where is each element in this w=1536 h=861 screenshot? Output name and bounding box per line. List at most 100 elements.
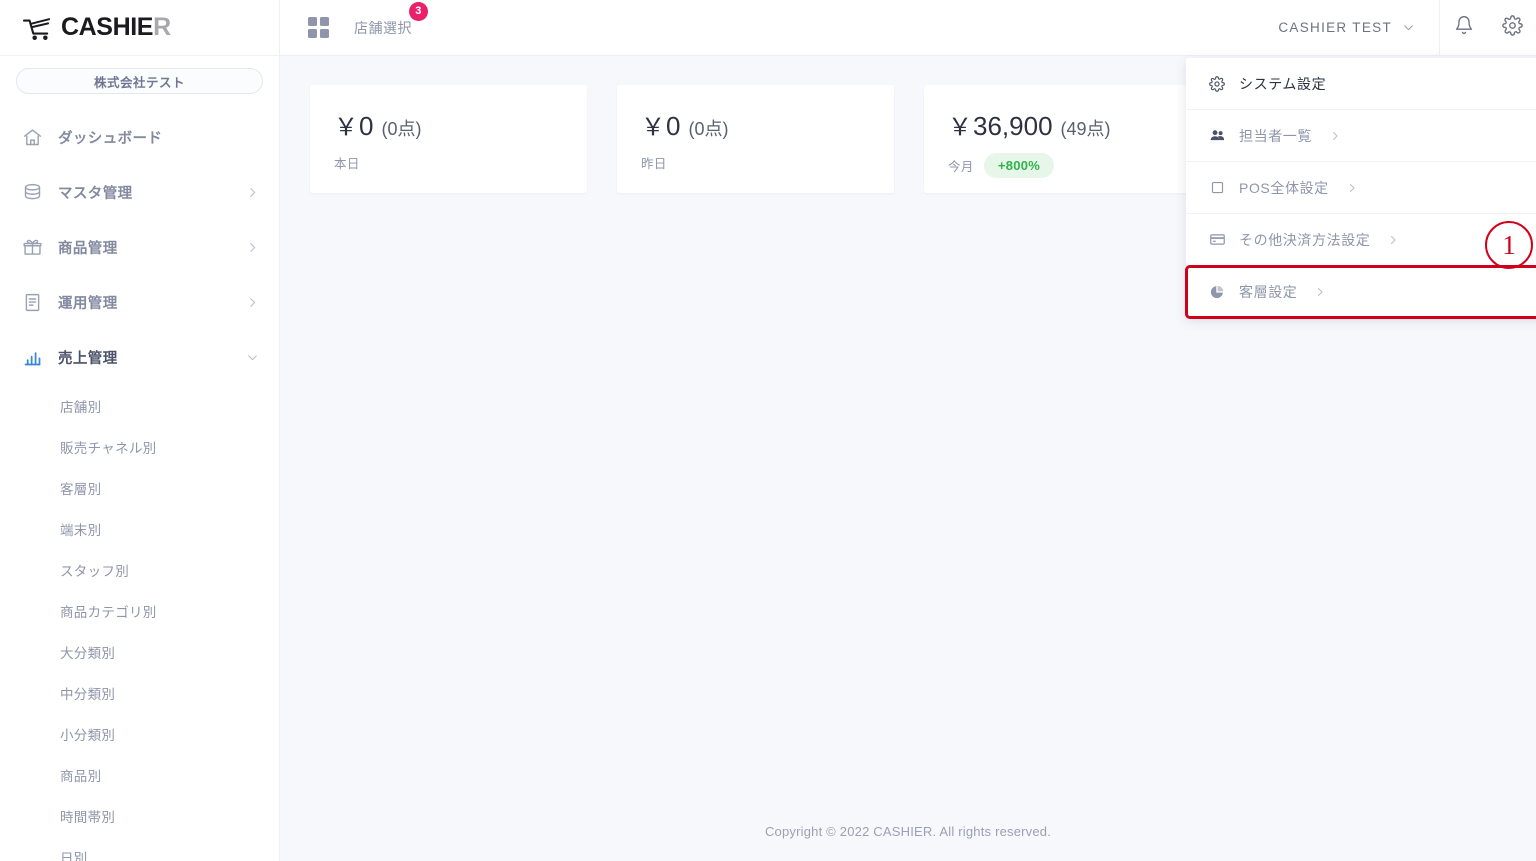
dropdown-item-pos-settings[interactable]: POS全体設定 xyxy=(1186,162,1536,214)
sidebar-item-label: 商品管理 xyxy=(58,241,118,257)
stat-card-amount: ￥ 36,900 (49点) xyxy=(948,107,1201,142)
sidebar-subitem-label: 日別 xyxy=(60,850,88,861)
company-selector[interactable]: 株式会社テスト xyxy=(16,68,263,94)
item-count: (49点) xyxy=(1060,119,1111,139)
chevron-right-icon xyxy=(1314,286,1326,298)
dropdown-header: システム設定 xyxy=(1186,58,1536,110)
grid-icon[interactable] xyxy=(308,16,330,39)
settings-button[interactable] xyxy=(1488,0,1536,56)
currency-symbol: ￥ xyxy=(334,114,358,141)
chevron-down-icon xyxy=(1402,21,1415,34)
sidebar-item-label: 運用管理 xyxy=(58,296,118,312)
sidebar-subitem-label: 販売チャネル別 xyxy=(60,440,157,456)
brand-name: CASHIER xyxy=(61,15,171,40)
sidebar-subitem-label: 小分類別 xyxy=(60,727,116,743)
dropdown-item-staff-list[interactable]: 担当者一覧 xyxy=(1186,110,1536,162)
home-icon xyxy=(22,127,52,148)
annotation-step-marker: 1 xyxy=(1485,221,1533,269)
chevron-down-icon xyxy=(246,351,259,364)
sidebar-subitem-by-terminal[interactable]: 端末別 xyxy=(0,508,279,549)
stat-card-today: ￥ 0 (0点) 本日 xyxy=(310,85,587,193)
grid-cell xyxy=(320,16,329,26)
app-root: CASHIER 株式会社テスト ダッシュボード マスタ管理 商品管理 運用管理 … xyxy=(0,0,1536,861)
chevron-right-icon xyxy=(1387,234,1399,246)
header-right-group: CASHIER TEST xyxy=(1278,0,1536,56)
sidebar-subitem-by-major-class[interactable]: 大分類別 xyxy=(0,631,279,672)
sidebar-subitem-label: 商品カテゴリ別 xyxy=(60,604,157,620)
document-icon xyxy=(22,292,52,313)
sidebar-subitem-label: スタッフ別 xyxy=(60,563,129,579)
store-selector[interactable]: 店舗選択 3 xyxy=(354,1,428,38)
top-header: 店舗選択 3 CASHIER TEST xyxy=(280,0,1536,56)
grid-cell xyxy=(308,16,317,26)
stat-card-footer: 本日 xyxy=(334,153,587,172)
company-name: 株式会社テスト xyxy=(93,75,185,90)
sidebar-subitem-label: 大分類別 xyxy=(60,645,116,661)
dropdown-item-other-payment-settings[interactable]: その他決済方法設定 xyxy=(1186,214,1536,266)
grid-cell xyxy=(308,28,317,38)
stat-card-this-month: ￥ 36,900 (49点) 今月 +800% xyxy=(924,85,1201,193)
sidebar-subitem-by-mid-class[interactable]: 中分類別 xyxy=(0,672,279,713)
chevron-right-icon xyxy=(1346,182,1358,194)
sidebar-subitem-label: 店舗別 xyxy=(60,399,102,415)
database-icon xyxy=(22,182,52,203)
sidebar-item-operations[interactable]: 運用管理 xyxy=(0,275,279,330)
stat-card-label: 昨日 xyxy=(641,157,667,171)
chevron-right-icon xyxy=(1329,130,1341,142)
sidebar-item-sales[interactable]: 売上管理 xyxy=(0,330,279,385)
gift-icon xyxy=(22,237,52,258)
sidebar-subitem-by-store[interactable]: 店舗別 xyxy=(0,385,279,426)
sidebar-subitem-by-timeslot[interactable]: 時間帯別 xyxy=(0,795,279,836)
dropdown-item-label: POS全体設定 xyxy=(1239,179,1329,196)
main-navigation: ダッシュボード マスタ管理 商品管理 運用管理 売上管理 店舗別 販売チャネル別… xyxy=(0,110,279,861)
sidebar-subitem-label: 時間帯別 xyxy=(60,809,116,825)
square-icon xyxy=(1208,180,1226,195)
amount-value: 0 xyxy=(359,111,374,141)
sidebar-subitem-by-minor-class[interactable]: 小分類別 xyxy=(0,713,279,754)
user-menu[interactable]: CASHIER TEST xyxy=(1278,20,1439,35)
grid-cell xyxy=(320,28,329,38)
chevron-right-icon xyxy=(246,241,259,254)
amount-value: 0 xyxy=(666,111,681,141)
brand-name-main: CASHIE xyxy=(61,13,154,41)
currency-symbol: ￥ xyxy=(948,114,972,141)
store-selector-label: 店舗選択 xyxy=(354,19,412,36)
sidebar-item-master[interactable]: マスタ管理 xyxy=(0,165,279,220)
sidebar-item-products[interactable]: 商品管理 xyxy=(0,220,279,275)
sidebar-item-label: マスタ管理 xyxy=(58,186,133,202)
users-icon xyxy=(1208,127,1226,144)
notifications-button[interactable] xyxy=(1440,0,1488,56)
sidebar-item-dashboard[interactable]: ダッシュボード xyxy=(0,110,279,165)
stat-card-amount: ￥ 0 (0点) xyxy=(334,107,587,142)
sidebar-subitem-by-day[interactable]: 日別 xyxy=(0,836,279,861)
user-name-label: CASHIER TEST xyxy=(1278,20,1392,35)
sidebar-subitem-label: 商品別 xyxy=(60,768,102,784)
gear-icon xyxy=(1501,14,1523,41)
sidebar-subitem-by-product[interactable]: 商品別 xyxy=(0,754,279,795)
brand-logo[interactable]: CASHIER xyxy=(0,0,279,56)
stat-card-yesterday: ￥ 0 (0点) 昨日 xyxy=(617,85,894,193)
sidebar-item-label: 売上管理 xyxy=(58,351,118,367)
store-count-badge: 3 xyxy=(409,1,428,21)
stat-card-footer: 昨日 xyxy=(641,153,894,172)
sidebar-subitem-label: 客層別 xyxy=(60,481,102,497)
bar-chart-icon xyxy=(22,347,52,368)
sidebar-subitem-label: 中分類別 xyxy=(60,686,116,702)
stat-card-label: 本日 xyxy=(334,157,360,171)
dropdown-header-label: システム設定 xyxy=(1239,75,1327,92)
sidebar-subitem-by-staff[interactable]: スタッフ別 xyxy=(0,549,279,590)
dropdown-item-label: 客層設定 xyxy=(1239,284,1298,300)
gear-icon xyxy=(1208,75,1226,92)
dropdown-item-customer-segment-settings[interactable]: 客層設定 xyxy=(1185,265,1536,319)
stat-card-footer: 今月 +800% xyxy=(948,153,1201,178)
sidebar-subitem-by-customer-segment[interactable]: 客層別 xyxy=(0,467,279,508)
chevron-right-icon xyxy=(246,186,259,199)
growth-badge: +800% xyxy=(983,153,1055,178)
sidebar-subitem-by-channel[interactable]: 販売チャネル別 xyxy=(0,426,279,467)
stat-card-label: 今月 xyxy=(948,160,974,174)
sidebar-subitem-label: 端末別 xyxy=(60,522,102,538)
sidebar: CASHIER 株式会社テスト ダッシュボード マスタ管理 商品管理 運用管理 … xyxy=(0,0,280,861)
shopping-cart-icon xyxy=(22,17,51,40)
pie-chart-icon xyxy=(1208,284,1226,300)
sidebar-subitem-by-product-category[interactable]: 商品カテゴリ別 xyxy=(0,590,279,631)
